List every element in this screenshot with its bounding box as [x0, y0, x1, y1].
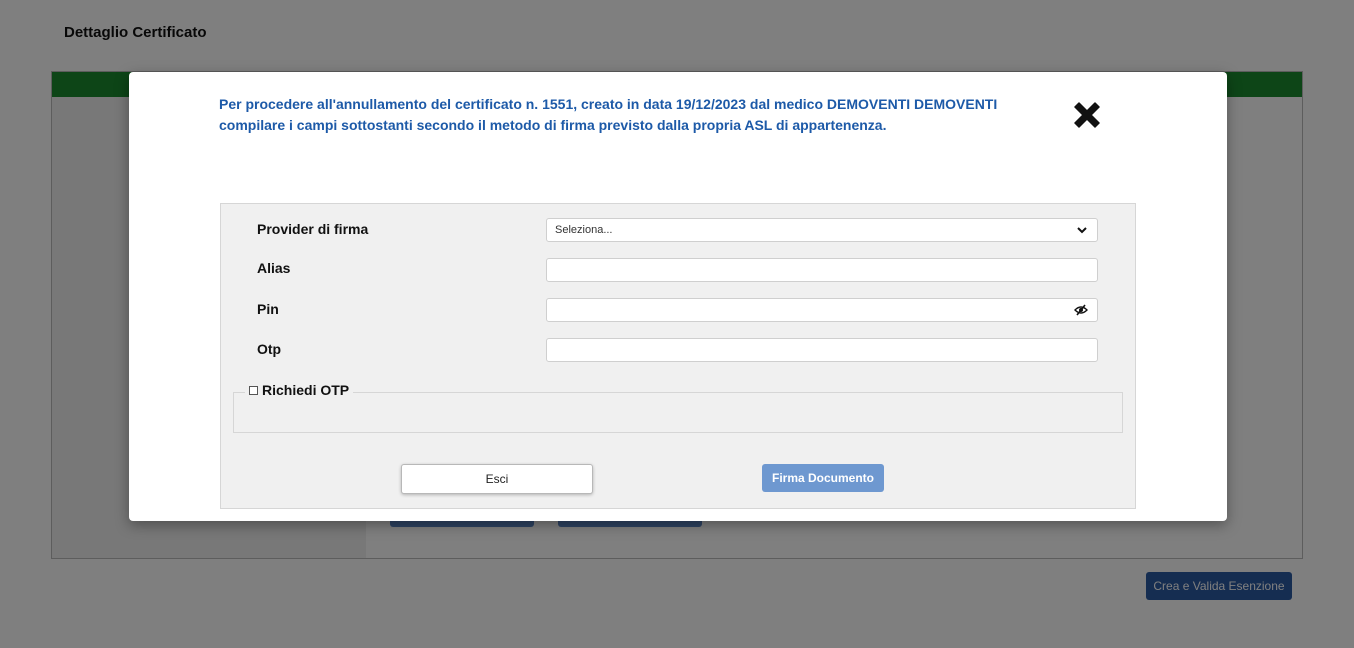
- chevron-down-icon: [1077, 227, 1087, 234]
- provider-select[interactable]: Seleziona...: [546, 218, 1098, 242]
- alias-input[interactable]: [546, 258, 1098, 282]
- otp-label: Otp: [257, 341, 282, 357]
- annulment-modal: Per procedere all'annullamento del certi…: [129, 72, 1227, 521]
- eye-slash-icon[interactable]: [1074, 303, 1088, 317]
- esci-button[interactable]: Esci: [401, 464, 593, 494]
- firma-documento-button[interactable]: Firma Documento: [762, 464, 884, 492]
- richiedi-otp-legend: Richiedi OTP: [245, 378, 354, 402]
- richiedi-otp-label: Richiedi OTP: [262, 382, 350, 398]
- close-icon[interactable]: [1069, 97, 1105, 133]
- pin-input[interactable]: [546, 298, 1098, 322]
- provider-select-value: Seleziona...: [555, 224, 613, 236]
- richiedi-otp-checkbox[interactable]: [249, 385, 258, 395]
- richiedi-otp-fieldset: [233, 392, 1123, 433]
- otp-input[interactable]: [546, 338, 1098, 362]
- modal-message: Per procedere all'annullamento del certi…: [219, 96, 998, 133]
- pin-label: Pin: [257, 301, 279, 317]
- alias-label: Alias: [257, 260, 291, 276]
- signature-form: Provider di firma Seleziona... Alias Pin…: [220, 203, 1136, 509]
- provider-label: Provider di firma: [257, 221, 369, 237]
